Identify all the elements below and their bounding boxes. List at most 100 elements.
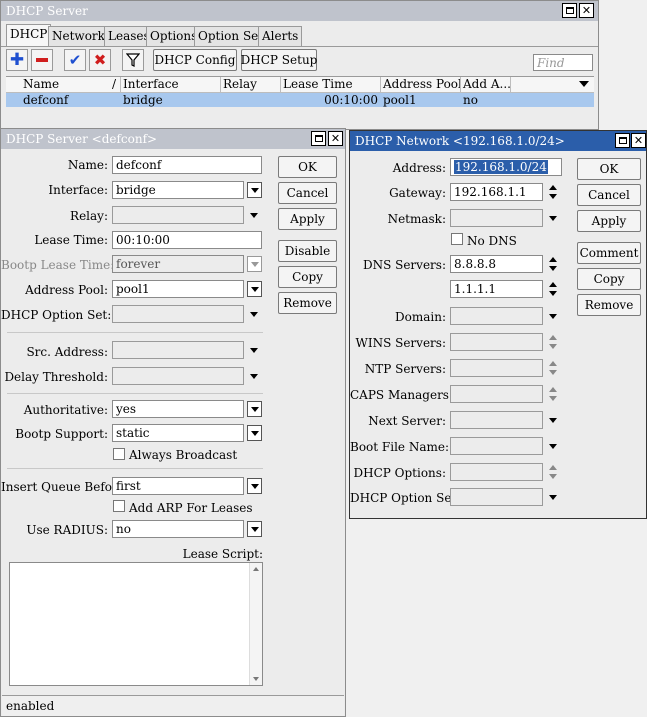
- ok-button[interactable]: OK: [577, 158, 641, 180]
- address-pool-select[interactable]: pool1: [112, 280, 244, 298]
- dns-server-1-input[interactable]: 8.8.8.8: [450, 255, 543, 273]
- authoritative-select[interactable]: yes: [112, 400, 244, 418]
- add-button[interactable]: ✚: [6, 49, 28, 71]
- bootp-lease-time-input[interactable]: forever: [112, 255, 244, 273]
- delay-threshold-input[interactable]: [112, 367, 244, 385]
- relay-dropdown-icon[interactable]: [248, 209, 260, 221]
- relay-input[interactable]: [112, 206, 244, 224]
- address-pool-dropdown-button[interactable]: [247, 281, 262, 297]
- cancel-button[interactable]: Cancel: [278, 182, 337, 204]
- close-button[interactable]: ✕: [579, 3, 594, 18]
- src-address-dropdown-icon[interactable]: [248, 344, 260, 356]
- netmask-dropdown-icon[interactable]: [547, 212, 559, 224]
- dhcp-option-set-input[interactable]: [450, 488, 543, 506]
- bootp-support-select[interactable]: static: [112, 424, 244, 442]
- caps-managers-input[interactable]: [450, 385, 543, 403]
- disable-button[interactable]: ✖: [89, 49, 111, 71]
- column-header-relay[interactable]: Relay: [221, 77, 281, 93]
- copy-button[interactable]: Copy: [577, 268, 641, 290]
- main-window-titlebar[interactable]: DHCP Server: [1, 1, 598, 21]
- network-dialog-titlebar[interactable]: DHCP Network <192.168.1.0/24>: [350, 131, 646, 151]
- gateway-input[interactable]: 192.168.1.1: [450, 183, 543, 201]
- dns-server-2-stepper[interactable]: [548, 281, 558, 297]
- authoritative-dropdown-button[interactable]: [247, 401, 262, 417]
- tab-alerts[interactable]: Alerts: [258, 26, 303, 46]
- next-server-input[interactable]: [450, 411, 543, 429]
- bootp-lease-time-dropdown-button[interactable]: [247, 256, 262, 272]
- apply-button[interactable]: Apply: [278, 208, 337, 230]
- dhcp-options-stepper[interactable]: [548, 464, 558, 480]
- column-chooser-icon[interactable]: [579, 81, 589, 87]
- dhcp-option-set-input[interactable]: [112, 305, 244, 323]
- always-broadcast-checkbox[interactable]: [113, 448, 125, 460]
- delay-threshold-dropdown-icon[interactable]: [248, 370, 260, 382]
- name-input[interactable]: defconf: [112, 156, 262, 174]
- dhcp-option-set-dropdown-icon[interactable]: [248, 308, 260, 320]
- button-label: Disable: [284, 244, 331, 258]
- dns-server-1-stepper[interactable]: [548, 256, 558, 272]
- address-input[interactable]: 192.168.1.0/24: [450, 158, 562, 176]
- dhcp-option-set-dropdown-icon[interactable]: [547, 491, 559, 503]
- add-arp-checkbox[interactable]: [113, 500, 125, 512]
- remove-button[interactable]: Remove: [278, 292, 337, 314]
- insert-queue-before-dropdown-button[interactable]: [247, 478, 262, 494]
- apply-button[interactable]: Apply: [577, 210, 641, 232]
- interface-dropdown-button[interactable]: [247, 182, 262, 198]
- wins-servers-stepper[interactable]: [548, 334, 558, 350]
- no-dns-checkbox[interactable]: [451, 233, 463, 245]
- column-header-interface[interactable]: Interface: [121, 77, 221, 93]
- netmask-input[interactable]: [450, 209, 543, 227]
- interface-select[interactable]: bridge: [112, 181, 244, 199]
- dhcp-setup-button[interactable]: DHCP Setup: [241, 49, 317, 71]
- lease-time-input[interactable]: 00:10:00: [112, 231, 262, 249]
- close-button[interactable]: ✕: [631, 133, 646, 148]
- insert-queue-before-select[interactable]: first: [112, 477, 244, 495]
- dhcp-config-button[interactable]: DHCP Config: [153, 49, 237, 71]
- use-radius-dropdown-button[interactable]: [247, 521, 262, 537]
- maximize-button[interactable]: [615, 133, 630, 148]
- comment-button[interactable]: Comment: [577, 242, 641, 264]
- ntp-servers-label: NTP Servers:: [364, 362, 446, 376]
- use-radius-select[interactable]: no: [112, 520, 244, 538]
- gateway-stepper[interactable]: [548, 184, 558, 200]
- bootp-support-dropdown-button[interactable]: [247, 425, 262, 441]
- tab-dhcp[interactable]: DHCP: [6, 24, 52, 46]
- ntp-servers-stepper[interactable]: [548, 360, 558, 376]
- boot-file-name-dropdown-icon[interactable]: [547, 440, 559, 452]
- scroll-up-icon[interactable]: [253, 567, 259, 571]
- wins-servers-input[interactable]: [450, 333, 543, 351]
- maximize-button[interactable]: [562, 3, 577, 18]
- src-address-input[interactable]: [112, 341, 244, 359]
- close-button[interactable]: ✕: [328, 131, 343, 146]
- domain-input[interactable]: [450, 307, 543, 325]
- button-label: DHCP Config: [154, 53, 236, 67]
- scroll-down-icon[interactable]: [253, 677, 259, 681]
- dns-server-2-input[interactable]: 1.1.1.1: [450, 280, 543, 298]
- cancel-button[interactable]: Cancel: [577, 184, 641, 206]
- column-header-name[interactable]: Name /: [21, 77, 121, 93]
- ntp-servers-input[interactable]: [450, 359, 543, 377]
- caps-managers-stepper[interactable]: [548, 386, 558, 402]
- close-icon: ✕: [330, 132, 341, 145]
- address-value: 192.168.1.0/24: [454, 160, 548, 174]
- next-server-dropdown-icon[interactable]: [547, 414, 559, 426]
- tab-options[interactable]: Options: [146, 26, 202, 46]
- remove-button[interactable]: [31, 49, 53, 71]
- server-dialog-titlebar[interactable]: DHCP Server <defconf>: [1, 129, 345, 149]
- copy-button[interactable]: Copy: [278, 266, 337, 288]
- ok-button[interactable]: OK: [278, 156, 337, 178]
- disable-button[interactable]: Disable: [278, 240, 337, 262]
- filter-button[interactable]: [122, 49, 144, 71]
- maximize-button[interactable]: [311, 131, 326, 146]
- boot-file-name-input[interactable]: [450, 437, 543, 455]
- column-header-lease-time[interactable]: Lease Time: [281, 77, 381, 93]
- remove-button[interactable]: Remove: [577, 294, 641, 316]
- enable-button[interactable]: ✔: [64, 49, 86, 71]
- column-header-address-pool[interactable]: Address Pool: [381, 77, 461, 93]
- scrollbar[interactable]: [249, 563, 262, 685]
- domain-dropdown-icon[interactable]: [547, 310, 559, 322]
- find-input[interactable]: Find: [533, 54, 593, 71]
- column-header-add-arp[interactable]: Add A...: [461, 77, 511, 93]
- lease-script-textarea[interactable]: [9, 562, 263, 686]
- dhcp-options-input[interactable]: [450, 463, 543, 481]
